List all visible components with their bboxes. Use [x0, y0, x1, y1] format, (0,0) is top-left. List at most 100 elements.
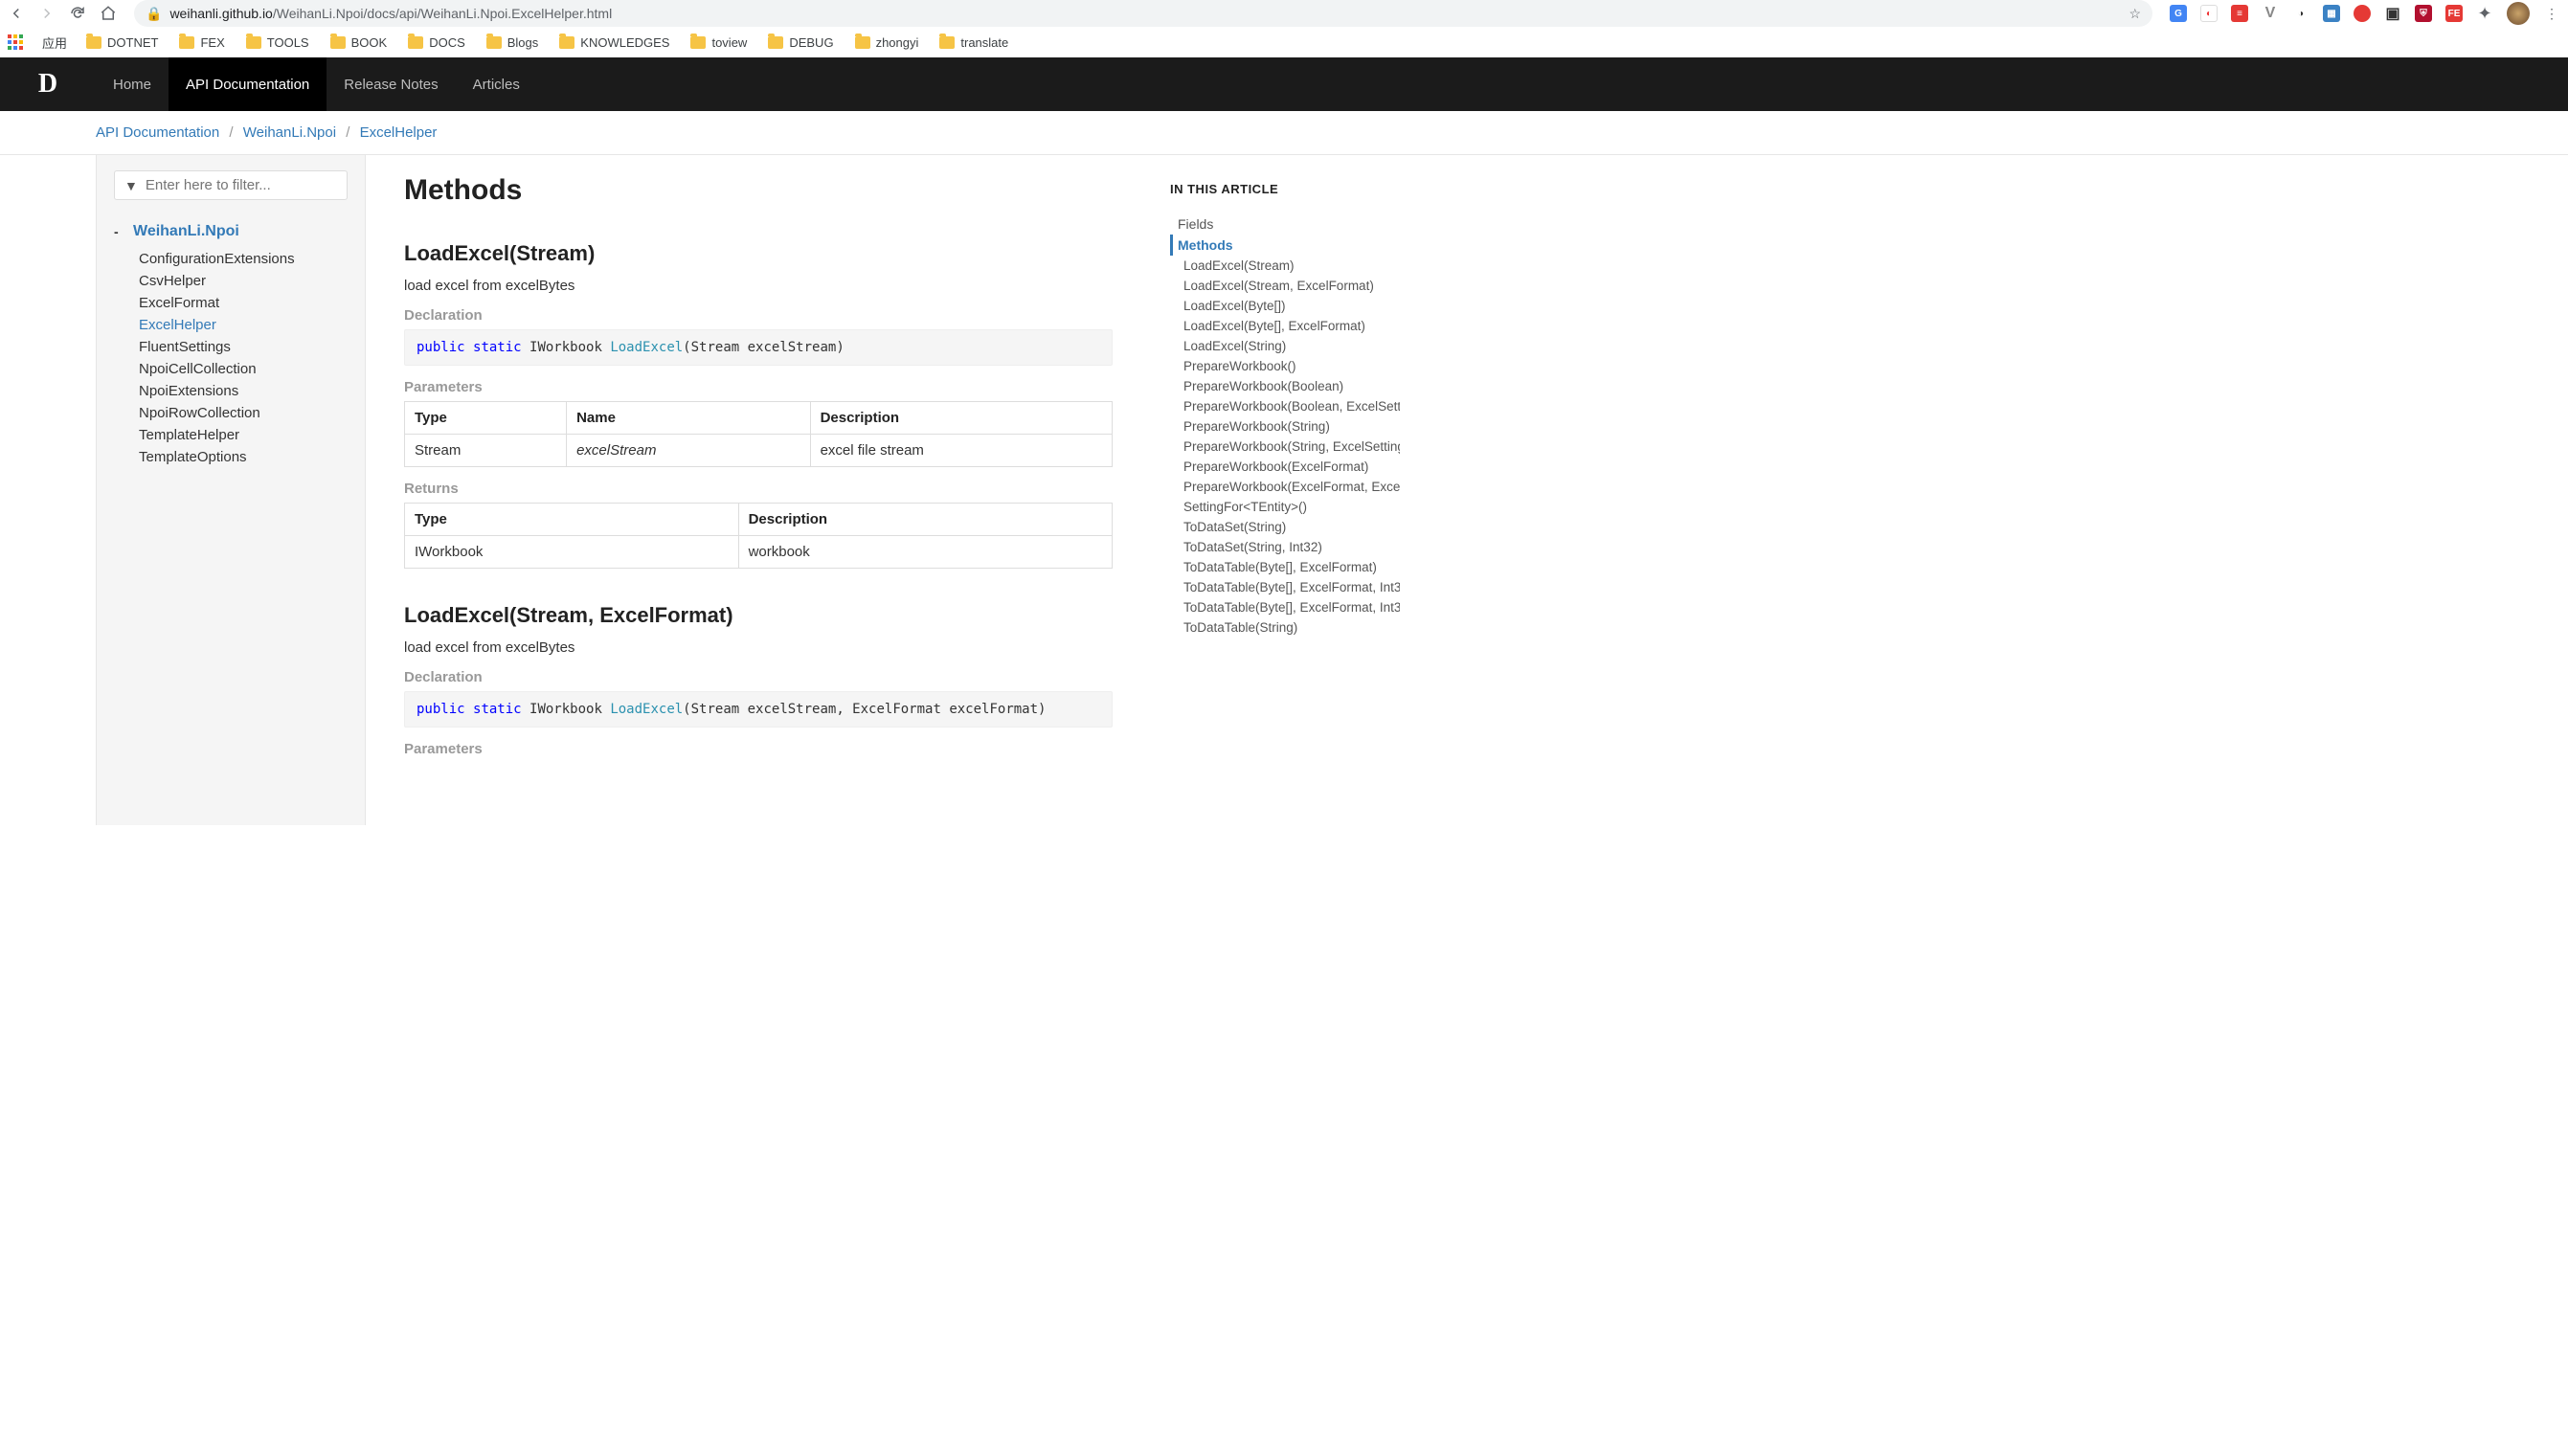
star-icon[interactable]: ☆	[2129, 6, 2141, 22]
filter-icon: ▼	[124, 178, 138, 193]
brand-logo[interactable]: D	[0, 57, 96, 111]
ext-darkmode-icon[interactable]: ◑	[2292, 5, 2309, 22]
toc-item[interactable]: ExcelHelper	[139, 314, 348, 336]
ext-icon[interactable]: V	[2262, 5, 2279, 22]
ext-image-icon[interactable]: ▣	[2384, 5, 2401, 22]
rightnav-link[interactable]: PrepareWorkbook(Boolean)	[1170, 376, 1390, 396]
breadcrumb: API Documentation / WeihanLi.Npoi / Exce…	[0, 111, 2568, 155]
breadcrumb-link[interactable]: ExcelHelper	[360, 124, 438, 141]
rightnav-link[interactable]: PrepareWorkbook(Boolean, ExcelSettin	[1170, 396, 1390, 416]
rightnav-link[interactable]: ToDataSet(String)	[1170, 517, 1390, 537]
back-icon[interactable]	[8, 5, 25, 22]
method-description: load excel from excelBytes	[404, 639, 1113, 656]
rightnav-link[interactable]: PrepareWorkbook(ExcelFormat, ExcelSe	[1170, 477, 1390, 497]
url-path: /WeihanLi.Npoi/docs/api/WeihanLi.Npoi.Ex…	[273, 6, 612, 21]
returns-table: TypeDescriptionIWorkbookworkbook	[404, 503, 1113, 569]
toc-item[interactable]: ConfigurationExtensions	[139, 248, 348, 270]
filter-input[interactable]	[146, 177, 337, 193]
page-columns: ▼ - WeihanLi.Npoi ConfigurationExtension…	[0, 155, 2568, 825]
rightnav-link[interactable]: ToDataTable(Byte[], ExcelFormat)	[1170, 557, 1390, 577]
rightnav-link[interactable]: ToDataTable(Byte[], ExcelFormat, Int32)	[1170, 577, 1390, 597]
table-header: Name	[567, 402, 810, 435]
rightnav-link[interactable]: LoadExcel(Byte[], ExcelFormat)	[1170, 316, 1390, 336]
toc-item[interactable]: CsvHelper	[139, 270, 348, 292]
toc-namespace[interactable]: - WeihanLi.Npoi	[114, 223, 348, 240]
bookmark-item[interactable]: translate	[939, 35, 1008, 50]
rightnav-section[interactable]: Methods	[1170, 235, 1390, 256]
nav-tab[interactable]: Articles	[456, 57, 537, 111]
page-title: Methods	[404, 174, 1113, 207]
declaration-label: Declaration	[404, 307, 1113, 324]
toc-item[interactable]: ExcelFormat	[139, 292, 348, 314]
toc-item[interactable]: NpoiCellCollection	[139, 358, 348, 380]
rightnav-link[interactable]: ToDataTable(String)	[1170, 617, 1390, 638]
bookmark-item[interactable]: toview	[690, 35, 747, 50]
bookmark-item[interactable]: DEBUG	[768, 35, 833, 50]
bookmark-label: translate	[960, 35, 1008, 50]
in-this-article: IN THIS ARTICLE FieldsMethods LoadExcel(…	[1151, 155, 1400, 825]
collapse-icon[interactable]: -	[114, 224, 124, 239]
filter-box[interactable]: ▼	[114, 170, 348, 200]
nav-tab[interactable]: Release Notes	[327, 57, 455, 111]
breadcrumb-link[interactable]: API Documentation	[96, 124, 219, 141]
rightnav-link[interactable]: PrepareWorkbook()	[1170, 356, 1390, 376]
menu-icon[interactable]: ⋮	[2543, 5, 2560, 22]
bookmark-item[interactable]: BOOK	[330, 35, 388, 50]
bookmark-label: DOTNET	[107, 35, 158, 50]
bookmark-item[interactable]: FEX	[179, 35, 224, 50]
rightnav-link[interactable]: LoadExcel(Stream, ExcelFormat)	[1170, 276, 1390, 296]
toc-item[interactable]: NpoiRowCollection	[139, 402, 348, 424]
nav-tab[interactable]: Home	[96, 57, 169, 111]
table-row: IWorkbookworkbook	[405, 536, 1113, 569]
profile-avatar[interactable]	[2507, 2, 2530, 25]
ext-icon[interactable]: ▦	[2323, 5, 2340, 22]
breadcrumb-sep: /	[346, 124, 349, 141]
bookmark-label: zhongyi	[876, 35, 919, 50]
rightnav-link[interactable]: PrepareWorkbook(ExcelFormat)	[1170, 457, 1390, 477]
ext-ublock-icon[interactable]: ⛨	[2415, 5, 2432, 22]
apps-label[interactable]: 应用	[42, 34, 67, 52]
rightnav-link[interactable]: PrepareWorkbook(String)	[1170, 416, 1390, 437]
rightnav-link[interactable]: ToDataSet(String, Int32)	[1170, 537, 1390, 557]
toc-namespace-label: WeihanLi.Npoi	[133, 223, 239, 240]
ext-icon[interactable]: ≡	[2231, 5, 2248, 22]
bookmark-item[interactable]: DOTNET	[86, 35, 158, 50]
home-icon[interactable]	[100, 5, 117, 22]
ext-record-icon[interactable]	[2354, 5, 2371, 22]
apps-grid-icon[interactable]	[8, 34, 23, 50]
ext-icon[interactable]: ◐	[2200, 5, 2218, 22]
parameters-label: Parameters	[404, 741, 1113, 757]
rightnav-link[interactable]: ToDataTable(Byte[], ExcelFormat, Int32,	[1170, 597, 1390, 617]
toc-item[interactable]: FluentSettings	[139, 336, 348, 358]
rightnav-link[interactable]: PrepareWorkbook(String, ExcelSetting)	[1170, 437, 1390, 457]
code-block: public static IWorkbook LoadExcel(Stream…	[404, 691, 1113, 728]
bookmark-item[interactable]: zhongyi	[855, 35, 919, 50]
rightnav-link[interactable]: SettingFor<TEntity>()	[1170, 497, 1390, 517]
bookmark-item[interactable]: KNOWLEDGES	[559, 35, 669, 50]
folder-icon	[179, 36, 194, 49]
toc-item[interactable]: NpoiExtensions	[139, 380, 348, 402]
ext-translate-icon[interactable]: G	[2170, 5, 2187, 22]
toc-item[interactable]: TemplateHelper	[139, 424, 348, 446]
rightnav-link[interactable]: LoadExcel(String)	[1170, 336, 1390, 356]
nav-tab[interactable]: API Documentation	[169, 57, 327, 111]
folder-icon	[690, 36, 706, 49]
forward-icon[interactable]	[38, 5, 56, 22]
rightnav-link[interactable]: LoadExcel(Stream)	[1170, 256, 1390, 276]
toc-item[interactable]: TemplateOptions	[139, 446, 348, 468]
extensions-icon[interactable]: ✦	[2476, 5, 2493, 22]
folder-icon	[86, 36, 101, 49]
bookmark-item[interactable]: Blogs	[486, 35, 539, 50]
parameters-label: Parameters	[404, 379, 1113, 395]
bookmark-item[interactable]: DOCS	[408, 35, 465, 50]
rightnav-link[interactable]: LoadExcel(Byte[])	[1170, 296, 1390, 316]
reload-icon[interactable]	[69, 5, 86, 22]
parameters-table: TypeNameDescriptionStreamexcelStreamexce…	[404, 401, 1113, 467]
bookmark-label: FEX	[200, 35, 224, 50]
rightnav-title: IN THIS ARTICLE	[1170, 182, 1390, 196]
rightnav-section[interactable]: Fields	[1170, 213, 1390, 235]
ext-icon[interactable]: FE	[2445, 5, 2463, 22]
bookmark-item[interactable]: TOOLS	[246, 35, 309, 50]
breadcrumb-link[interactable]: WeihanLi.Npoi	[243, 124, 336, 141]
address-bar[interactable]: 🔒 weihanli.github.io/WeihanLi.Npoi/docs/…	[134, 0, 2152, 27]
